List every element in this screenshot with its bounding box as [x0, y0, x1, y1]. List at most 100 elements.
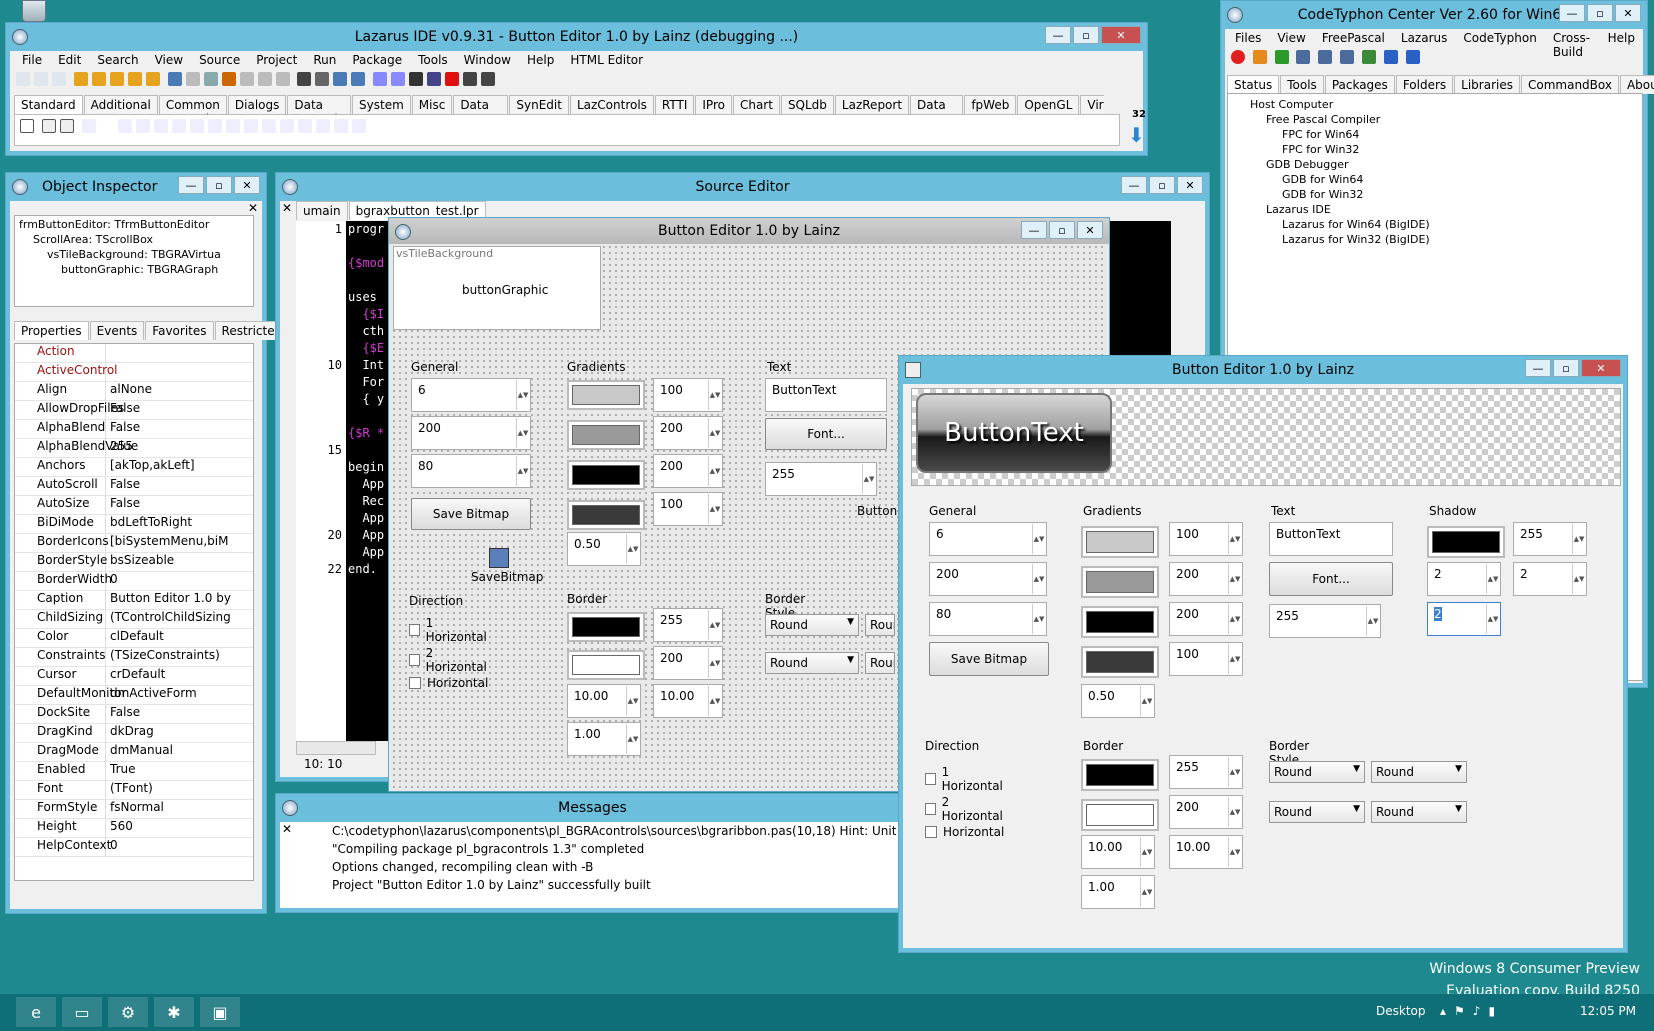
gradient-ratio-spin[interactable]: 0.50 ▲▼: [1081, 684, 1155, 718]
minimize-button[interactable]: —: [1121, 176, 1147, 194]
font-button[interactable]: Font...: [1269, 562, 1393, 596]
menu-item-window[interactable]: Window: [456, 51, 519, 69]
ct-tree-node[interactable]: GDB for Win64: [1232, 173, 1638, 188]
property-value[interactable]: False: [105, 420, 253, 438]
ct-menu-item-view[interactable]: View: [1269, 29, 1313, 47]
minimize-button[interactable]: —: [178, 176, 204, 194]
border-radius-x[interactable]: 10.00 ▲▼: [1081, 835, 1155, 869]
editor-hscroll[interactable]: [296, 741, 376, 755]
border-style-combo-3[interactable]: Round ▼: [765, 652, 859, 674]
minimize-button[interactable]: —: [1559, 4, 1585, 22]
maximize-button[interactable]: ▫: [1587, 4, 1613, 22]
menu-item-run[interactable]: Run: [305, 51, 344, 69]
property-value[interactable]: clDefault: [105, 629, 253, 647]
border-radius-x[interactable]: 10.00 ▲▼: [567, 684, 641, 718]
general-spin-1[interactable]: 6 ▲▼: [411, 378, 531, 412]
tree-node[interactable]: buttonGraphic: TBGRAGraph: [19, 263, 249, 278]
property-row[interactable]: ChildSizing (TControlChildSizing: [15, 610, 253, 629]
property-row[interactable]: Constraints (TSizeConstraints): [15, 648, 253, 667]
gradient-color-4[interactable]: [567, 500, 645, 530]
property-value[interactable]: False: [105, 496, 253, 514]
download-icon[interactable]: [1252, 49, 1267, 64]
ct-menu-item-lazarus[interactable]: Lazarus: [1393, 29, 1455, 47]
gradient-spin-2[interactable]: 200 ▲▼: [653, 416, 723, 450]
general-spin-2[interactable]: 200 ▲▼: [411, 416, 531, 450]
ct-tab-folders[interactable]: Folders: [1395, 75, 1454, 94]
gradient-spin-1[interactable]: 100 ▲▼: [653, 378, 723, 412]
maximize-button[interactable]: ▫: [206, 176, 232, 194]
property-row[interactable]: DragMode dmManual: [15, 743, 253, 762]
ct-menu-item-freepascal[interactable]: FreePascal: [1314, 29, 1393, 47]
tree-node[interactable]: frmButtonEditor: TfrmButtonEditor: [19, 218, 249, 233]
lazarus-task-icon[interactable]: ✱: [154, 997, 194, 1027]
property-row[interactable]: DockSite False: [15, 705, 253, 724]
property-row[interactable]: HelpContext 0: [15, 838, 253, 857]
inspector-tab-properties[interactable]: Properties: [14, 321, 89, 340]
general-spin-2[interactable]: 200 ▲▼: [929, 562, 1047, 596]
property-value[interactable]: Button Editor 1.0 by: [105, 591, 253, 609]
folder-icon[interactable]: ▭: [62, 997, 102, 1027]
shadow-alpha-spin[interactable]: 255 ▲▼: [1513, 522, 1587, 556]
property-row[interactable]: DefaultMonitor dmActiveForm: [15, 686, 253, 705]
message-line[interactable]: "Compiling package pl_bgracontrols 1.3" …: [332, 840, 905, 858]
property-row[interactable]: BorderIcons [biSystemMenu,biM: [15, 534, 253, 553]
close-button[interactable]: ✕: [234, 176, 260, 194]
gradient-color-2[interactable]: [567, 420, 645, 450]
menu-item-package[interactable]: Package: [344, 51, 410, 69]
menu-item-project[interactable]: Project: [248, 51, 305, 69]
inspector-tab-events[interactable]: Events: [89, 321, 145, 340]
ct-menu-item-codetyphon[interactable]: CodeTyphon: [1455, 29, 1544, 47]
download-arrow-icon[interactable]: ⬇: [1128, 123, 1145, 147]
recycle-bin-icon[interactable]: [22, 0, 46, 22]
tree-node[interactable]: vsTileBackground: TBGRAVirtua: [19, 248, 249, 263]
preview-button[interactable]: ButtonText: [916, 393, 1112, 473]
close-messages-icon[interactable]: ✕: [282, 822, 292, 836]
maximize-button[interactable]: ▫: [1553, 359, 1579, 377]
gradient-color-3[interactable]: [1081, 606, 1159, 638]
border-spin-1[interactable]: 255 ▲▼: [1169, 755, 1243, 789]
ct-tree-node[interactable]: Free Pascal Compiler: [1232, 113, 1638, 128]
ct-tab-tools[interactable]: Tools: [1280, 75, 1324, 94]
border-style-combo-3[interactable]: Round ▼: [1269, 801, 1365, 823]
property-value[interactable]: bsSizeable: [105, 553, 253, 571]
dir-check-3[interactable]: Horizontal: [925, 825, 1004, 839]
general-spin-3[interactable]: 80 ▲▼: [411, 454, 531, 488]
desktop-label[interactable]: Desktop: [1376, 1004, 1426, 1018]
property-row[interactable]: Cursor crDefault: [15, 667, 253, 686]
property-row[interactable]: DragKind dkDrag: [15, 724, 253, 743]
ct-tree-node[interactable]: GDB Debugger: [1232, 158, 1638, 173]
close-pane-icon[interactable]: ✕: [248, 201, 258, 215]
dir-check-1[interactable]: 1 Horizontal: [925, 765, 1004, 793]
property-value[interactable]: [105, 363, 253, 381]
property-value[interactable]: bdLeftToRight: [105, 515, 253, 533]
property-value[interactable]: 0: [105, 572, 253, 590]
general-spin-3[interactable]: 80 ▲▼: [929, 602, 1047, 636]
border-style-combo-2[interactable]: Round ▼: [1371, 761, 1467, 783]
property-value[interactable]: [biSystemMenu,biM: [105, 534, 253, 552]
message-line[interactable]: C:\codetyphon\lazarus\components\pl_BGRA…: [332, 822, 905, 840]
border-style-combo-1[interactable]: Round ▼: [1269, 761, 1365, 783]
gradient-spin-3[interactable]: 200 ▲▼: [653, 454, 723, 488]
ct-tree-node[interactable]: FPC for Win64: [1232, 128, 1638, 143]
close-button[interactable]: ✕: [1615, 4, 1641, 22]
border-style-combo-1[interactable]: Round ▼: [765, 614, 859, 636]
ct-tab-commandbox[interactable]: CommandBox: [1520, 75, 1619, 94]
property-value[interactable]: fsNormal: [105, 800, 253, 818]
save-bitmap-button[interactable]: Save Bitmap: [929, 642, 1049, 676]
dir-check-2[interactable]: 2 Horizontal: [409, 646, 488, 674]
gradient-spin-1[interactable]: 100 ▲▼: [1169, 522, 1243, 556]
property-value[interactable]: dmManual: [105, 743, 253, 761]
property-row[interactable]: Color clDefault: [15, 629, 253, 648]
dir-check-2[interactable]: 2 Horizontal: [925, 795, 1004, 823]
border-style-combo-4[interactable]: Roun: [865, 652, 895, 674]
border-spin-2[interactable]: 200 ▲▼: [653, 646, 723, 680]
menu-item-help[interactable]: Help: [519, 51, 562, 69]
property-row[interactable]: AutoScroll False: [15, 477, 253, 496]
text-alpha-spin[interactable]: 255 ▲▼: [1269, 604, 1381, 638]
refresh-icon[interactable]: [1274, 49, 1289, 64]
property-row[interactable]: Action: [15, 344, 253, 363]
ct-tab-about[interactable]: About: [1619, 75, 1654, 94]
ct-tab-packages[interactable]: Packages: [1324, 75, 1395, 94]
app-task-icon[interactable]: ▣: [200, 997, 240, 1027]
property-row[interactable]: AllowDropFiles False: [15, 401, 253, 420]
